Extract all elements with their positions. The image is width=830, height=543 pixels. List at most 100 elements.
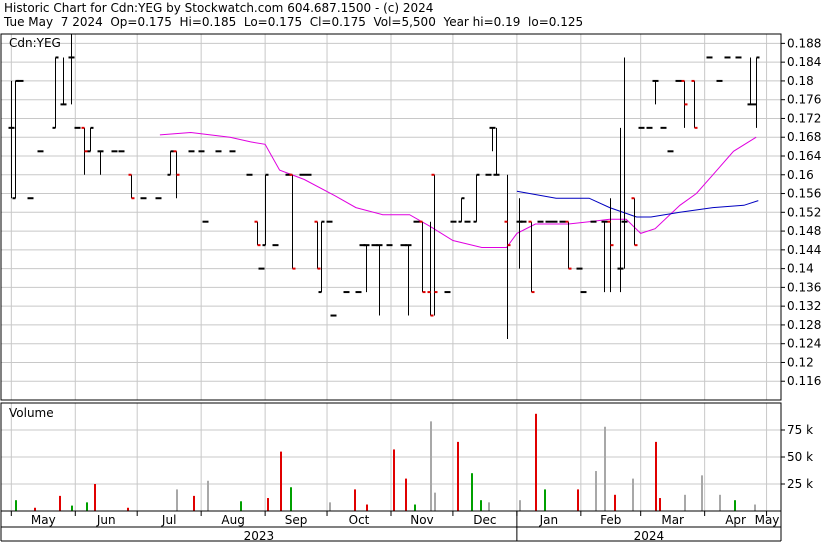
- volume-bar: [457, 441, 459, 511]
- price-tick-label: 0.18: [787, 74, 814, 88]
- ohlc-bar: [318, 220, 325, 294]
- stock-chart: 0.188 0.184 0.18 0.176 0.172 0.168 0.164 0.16 0.…: [0, 33, 821, 543]
- ohlc-bar: [504, 174, 511, 339]
- year-label: 2024: [634, 529, 665, 543]
- axis-labels: 0.188 0.184 0.18 0.176 0.172 0.168 0.164 0.16 0.…: [9, 36, 821, 543]
- ohlc-bar: [8, 80, 15, 199]
- volume-bar: [290, 487, 292, 511]
- price-tick-label: 0.12: [787, 355, 814, 369]
- volume-bar: [207, 480, 209, 511]
- symbol-label: Cdn:YEG: [9, 36, 61, 50]
- volume-bar: [544, 489, 546, 511]
- ohlc-bar: [81, 126, 88, 175]
- volume-bar: [354, 489, 356, 511]
- volume-bar: [329, 502, 331, 511]
- ohlc-bar: [262, 173, 269, 247]
- ohlc-bar: [493, 127, 500, 176]
- volume-bars: [15, 413, 756, 511]
- ohlc-bar: [473, 173, 480, 223]
- ohlc-bar: [631, 197, 638, 247]
- volume-tick-label: 50 k: [787, 450, 813, 464]
- volume-bar: [405, 478, 407, 511]
- ohlc-bar: [691, 79, 698, 129]
- price-tick-label: 0.164: [787, 149, 821, 163]
- pink-moving-average: [159, 131, 757, 248]
- volume-bar: [655, 441, 657, 511]
- volume-bar: [488, 502, 490, 511]
- volume-bar: [535, 413, 537, 511]
- ohlc-bar: [376, 244, 383, 316]
- volume-bar: [240, 501, 242, 511]
- month-label: Sep: [285, 513, 308, 527]
- volume-bar: [86, 502, 88, 511]
- price-tick-label: 0.16: [787, 168, 814, 182]
- volume-bar: [632, 478, 634, 511]
- price-tick-label: 0.156: [787, 187, 821, 201]
- month-label: Aug: [221, 513, 244, 527]
- ohlc-bar: [97, 150, 104, 175]
- ohlc-bar: [87, 126, 94, 153]
- price-tick-label: 0.152: [787, 205, 821, 219]
- volume-tick-label: 75 k: [787, 423, 813, 437]
- month-label: May: [31, 513, 56, 527]
- volume-bar: [176, 489, 178, 511]
- volume-bar: [193, 495, 195, 511]
- volume-bar: [430, 421, 432, 511]
- price-tick-label: 0.148: [787, 224, 821, 238]
- ohlc-bar: [489, 126, 496, 152]
- ohlc-bar: [405, 244, 412, 316]
- month-label: Apr: [725, 513, 746, 527]
- volume-bar: [366, 504, 368, 511]
- volume-bar: [604, 426, 606, 511]
- ohlc-bar: [617, 127, 624, 293]
- month-label: Jun: [96, 513, 116, 527]
- pink-ma-line: [159, 131, 757, 248]
- year-label: 2023: [244, 529, 275, 543]
- blue-ma-line: [516, 190, 759, 218]
- ohlc-bar: [12, 79, 19, 200]
- ohlc-bar: [314, 220, 321, 270]
- volume-bar: [577, 489, 579, 511]
- volume-bar: [595, 471, 597, 511]
- volume-bar: [267, 498, 269, 511]
- volume-bar: [614, 494, 616, 511]
- volume-bar: [684, 494, 686, 511]
- month-label: Dec: [473, 513, 496, 527]
- ohlc-bar: [128, 173, 135, 200]
- ohlc-bars: [8, 34, 760, 339]
- price-tick-label: 0.176: [787, 93, 821, 107]
- ohlc-bar: [601, 220, 608, 293]
- ohlc-bar: [167, 150, 174, 176]
- price-tick-label: 0.132: [787, 299, 821, 313]
- price-tick-label: 0.116: [787, 374, 821, 388]
- price-tick-label: 0.14: [787, 262, 814, 276]
- ohlc-bar: [621, 57, 628, 269]
- ohlc-bar: [289, 173, 296, 270]
- volume-bar: [471, 473, 473, 511]
- volume-title: Volume: [9, 406, 54, 420]
- volume-bar: [71, 505, 73, 511]
- ohlc-bar: [652, 79, 659, 105]
- ohlc-bar: [419, 220, 426, 294]
- ohlc-bar: [528, 220, 535, 294]
- ohlc-bar: [52, 56, 59, 129]
- price-tick-label: 0.136: [787, 280, 821, 294]
- price-tick-label: 0.184: [787, 55, 821, 69]
- volume-bar: [701, 475, 703, 511]
- month-label: Nov: [410, 513, 433, 527]
- month-label: May: [755, 513, 780, 527]
- month-label: Jan: [539, 513, 559, 527]
- month-label: Jul: [161, 513, 176, 527]
- volume-bar: [519, 500, 521, 511]
- volume-bar: [393, 449, 395, 511]
- ohlc-bar: [565, 220, 572, 270]
- volume-bar: [59, 495, 61, 511]
- price-tick-label: 0.144: [787, 243, 821, 257]
- ohlc-bar: [681, 79, 688, 128]
- ohlc-bar: [753, 56, 760, 128]
- price-tick-label: 0.124: [787, 337, 821, 351]
- month-label: Feb: [600, 513, 621, 527]
- price-grid: [1, 34, 781, 511]
- ohlc-bar: [254, 220, 261, 247]
- month-label: Mar: [661, 513, 684, 527]
